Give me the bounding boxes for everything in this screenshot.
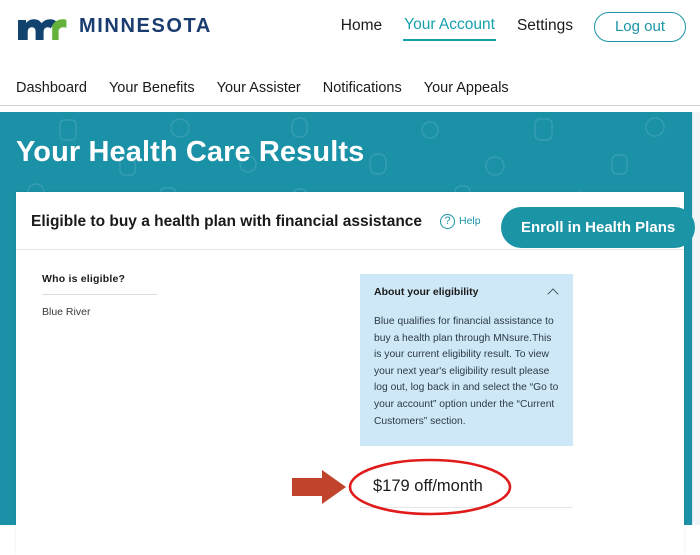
savings-amount: $179 off/month	[373, 477, 483, 495]
subnav-item-notifications[interactable]: Notifications	[323, 81, 402, 96]
nav-item-settings[interactable]: Settings	[516, 14, 574, 41]
brand[interactable]: MINNESOTA	[16, 11, 212, 41]
who-is-eligible-section: Who is eligible? Blue River	[42, 274, 157, 317]
sub-nav: Dashboard Your Benefits Your Assister No…	[0, 72, 700, 106]
logout-button[interactable]: Log out	[593, 12, 686, 42]
subnav-item-your-appeals[interactable]: Your Appeals	[424, 81, 509, 96]
about-eligibility-toggle[interactable]: About your eligibility	[374, 287, 559, 314]
eligibility-status-title: Eligible to buy a health plan with finan…	[31, 213, 423, 230]
right-arrow-annotation-icon	[292, 470, 346, 504]
nav-item-home[interactable]: Home	[340, 14, 383, 41]
app-root: MINNESOTA Home Your Account Settings Log…	[0, 0, 700, 555]
brand-name: MINNESOTA	[79, 15, 212, 37]
savings-divider	[360, 507, 573, 508]
subnav-item-your-assister[interactable]: Your Assister	[217, 81, 301, 96]
nav-item-your-account[interactable]: Your Account	[403, 13, 496, 42]
subnav-item-dashboard[interactable]: Dashboard	[16, 81, 87, 96]
question-circle-icon: ?	[440, 214, 455, 229]
top-header: MINNESOTA Home Your Account Settings Log…	[0, 0, 700, 60]
mn-logo-icon	[18, 19, 67, 40]
eligible-person-name: Blue River	[42, 305, 91, 318]
subnav-item-your-benefits[interactable]: Your Benefits	[109, 81, 195, 96]
about-eligibility-panel: About your eligibility Blue qualifies fo…	[360, 274, 573, 447]
about-eligibility-heading: About your eligibility	[374, 286, 479, 299]
top-nav: Home Your Account Settings Log out	[340, 12, 686, 42]
results-card-header: Eligible to buy a health plan with finan…	[16, 192, 696, 250]
scrollbar-strip[interactable]	[692, 112, 700, 525]
who-is-eligible-heading: Who is eligible?	[42, 274, 157, 295]
results-card: Eligible to buy a health plan with finan…	[16, 192, 696, 555]
about-eligibility-body: Blue qualifies for financial assistance …	[374, 316, 559, 427]
enroll-in-health-plans-button[interactable]: Enroll in Health Plans	[501, 207, 696, 248]
help-link[interactable]: ? Help	[440, 214, 481, 229]
page-title: Your Health Care Results	[16, 136, 365, 168]
chevron-up-icon[interactable]	[548, 287, 559, 298]
help-label: Help	[459, 215, 481, 228]
